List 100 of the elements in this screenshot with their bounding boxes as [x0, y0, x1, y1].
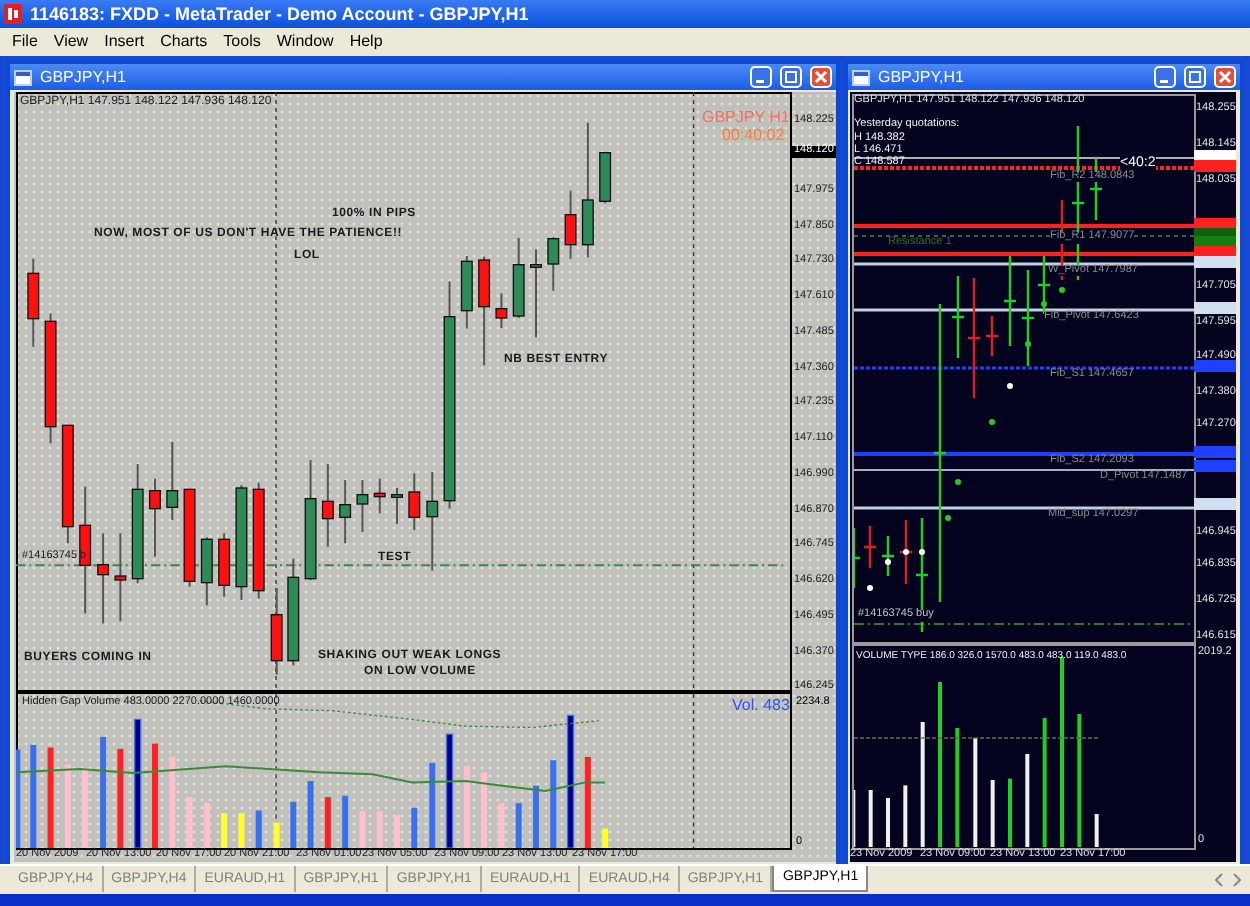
volume-bar [273, 822, 280, 848]
volume-reading: Vol. 483 [732, 698, 790, 714]
candle [460, 255, 473, 330]
maximize-icon [1184, 66, 1206, 88]
volume-bar [566, 714, 575, 848]
volume-bar [117, 748, 124, 848]
candle [408, 472, 421, 531]
menu-item[interactable]: Tools [215, 28, 269, 56]
candle [44, 312, 57, 445]
candle [391, 487, 403, 525]
candle [512, 237, 525, 319]
candle [478, 255, 491, 367]
volume-bar [203, 803, 210, 848]
volume-bar [100, 736, 107, 848]
candle [304, 459, 317, 581]
indicator-dot [989, 419, 995, 425]
scroll-right-icon[interactable] [1232, 872, 1242, 888]
volume-bar [1077, 714, 1082, 847]
volume-bar [990, 780, 995, 847]
candle [200, 536, 213, 607]
candle [114, 532, 127, 623]
minimize-icon [1154, 66, 1176, 88]
indicator-dot [1059, 287, 1065, 293]
volume-bar [376, 811, 383, 848]
indicator-dot [903, 549, 909, 555]
volume-bar [221, 813, 228, 848]
candle [495, 292, 508, 329]
candle [581, 121, 594, 259]
candle [252, 481, 265, 600]
menu-item[interactable]: View [45, 28, 97, 56]
volume-bar [324, 797, 331, 848]
candle [97, 532, 110, 625]
candle [599, 151, 612, 205]
candle [356, 479, 369, 533]
close-icon [1214, 66, 1236, 88]
candle [61, 424, 74, 545]
menu-item[interactable]: File [4, 28, 46, 56]
candle [530, 248, 542, 339]
axis-marker [1194, 498, 1236, 510]
menu-item[interactable]: Insert [96, 28, 153, 56]
candle [166, 441, 179, 521]
candle [270, 587, 283, 676]
volume-bar [394, 815, 400, 848]
chart-window-icon [852, 69, 870, 85]
candle [27, 257, 40, 348]
candle [339, 479, 352, 545]
volume-bar [169, 756, 176, 848]
close-button[interactable] [810, 66, 832, 88]
indicator-dot [945, 515, 951, 521]
chart-window-title: GBPJPY,H1 [40, 66, 126, 90]
indicator-dot [867, 585, 873, 591]
menu-item[interactable]: Charts [152, 28, 216, 56]
candle [547, 236, 560, 292]
volume-bar [481, 772, 488, 848]
axis-marker [1194, 302, 1236, 314]
candle [287, 557, 300, 667]
maximize-button[interactable] [780, 66, 802, 88]
volume-bar [134, 718, 142, 848]
volume-bar [82, 767, 89, 848]
maximize-button[interactable] [1184, 66, 1206, 88]
candle [218, 532, 231, 598]
close-button[interactable] [1214, 66, 1236, 88]
candle [373, 477, 386, 515]
volume-bar [533, 785, 539, 848]
maximize-icon [780, 66, 802, 88]
indicator-dot [1007, 383, 1013, 389]
scroll-left-icon[interactable] [1214, 872, 1224, 888]
volume-bar [463, 766, 470, 848]
countdown-timer: 00:40:02 [722, 128, 785, 144]
volume-bar [359, 811, 366, 848]
axis-marker [1194, 360, 1236, 372]
minimize-button[interactable] [1154, 66, 1176, 88]
app-icon [4, 4, 22, 24]
volume-bar [1025, 754, 1030, 847]
menu-item[interactable]: Window [268, 28, 342, 56]
indicator-dot [919, 549, 925, 555]
volume-bar [868, 790, 873, 847]
indicator-dot [1025, 341, 1031, 347]
menu-item[interactable]: Help [341, 28, 391, 56]
volume-bar [955, 728, 960, 847]
chart-window-icon [14, 69, 32, 85]
symbol-label: GBPJPY H1 [702, 110, 790, 126]
volume-bar [255, 810, 262, 848]
candle [235, 484, 248, 601]
volume-bar [584, 756, 591, 848]
volume-bar [515, 803, 522, 848]
candle [426, 471, 439, 572]
minimize-button[interactable] [750, 66, 772, 88]
volume-bar [498, 803, 505, 848]
volume-bar [1042, 718, 1047, 847]
volume-bar [445, 733, 454, 848]
candle [564, 189, 577, 260]
volume-bar [290, 801, 297, 848]
volume-bar [973, 738, 978, 847]
volume-bar [30, 744, 37, 848]
volume-bar [16, 749, 21, 848]
close-icon [810, 66, 832, 88]
volume-bar [186, 797, 193, 848]
volume-bar [411, 807, 418, 848]
minimize-icon [750, 66, 772, 88]
